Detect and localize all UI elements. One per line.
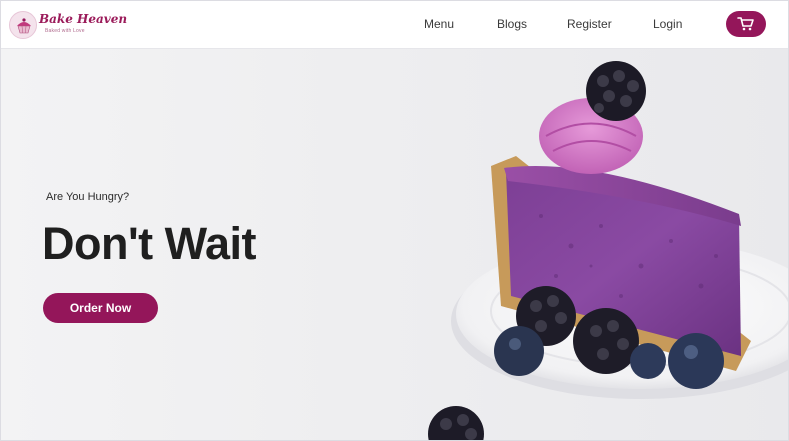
cart-button[interactable] xyxy=(726,11,766,37)
site-header: Bake Heaven Baked with Love Menu Blogs R… xyxy=(1,1,788,49)
order-now-button[interactable]: Order Now xyxy=(43,293,158,323)
cupcake-icon xyxy=(9,11,37,39)
cheesecake-image xyxy=(428,61,788,440)
nav-blogs-link[interactable]: Blogs xyxy=(497,17,527,31)
page: Bake Heaven Baked with Love Menu Blogs R… xyxy=(0,0,789,441)
brand-tagline: Baked with Love xyxy=(45,28,85,34)
brand-name: Bake Heaven xyxy=(39,12,128,26)
brand-logo[interactable]: Bake Heaven Baked with Love xyxy=(9,9,139,41)
nav-login-link[interactable]: Login xyxy=(653,17,682,31)
shopping-cart-icon xyxy=(737,17,754,31)
nav-register-link[interactable]: Register xyxy=(567,17,612,31)
hero-title: Don't Wait xyxy=(42,218,256,269)
hero-subtitle: Are You Hungry? xyxy=(46,191,130,203)
nav-menu-link[interactable]: Menu xyxy=(424,17,454,31)
